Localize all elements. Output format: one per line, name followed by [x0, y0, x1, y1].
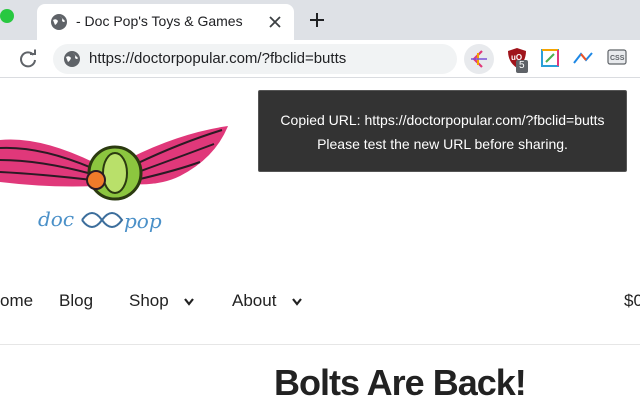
- reload-icon[interactable]: [18, 49, 38, 69]
- url-text[interactable]: https://doctorpopular.com/?fbclid=butts: [89, 50, 346, 67]
- svg-text:CSS: CSS: [610, 55, 625, 62]
- extension-badge: 5: [516, 60, 528, 73]
- page-title: Bolts Are Back!: [274, 362, 527, 403]
- chevron-down-icon[interactable]: [291, 297, 303, 307]
- notification-message: Copied URL: https://doctorpopular.com/?f…: [280, 112, 605, 128]
- copied-url-notification: Copied URL: https://doctorpopular.com/?f…: [258, 90, 627, 172]
- svg-text:pop: pop: [124, 209, 162, 233]
- tab-title: - Doc Pop's Toys & Games: [76, 13, 243, 29]
- chevron-down-icon[interactable]: [183, 297, 195, 307]
- tab-strip: - Doc Pop's Toys & Games: [0, 0, 640, 40]
- analytics-icon[interactable]: [572, 47, 594, 69]
- nav-home[interactable]: ome: [0, 291, 33, 311]
- url-cleaner-extension[interactable]: [464, 44, 494, 74]
- cart-total[interactable]: $0: [624, 291, 640, 311]
- nav-blog[interactable]: Blog: [59, 291, 93, 311]
- window-maximize-button[interactable]: [0, 9, 14, 23]
- new-tab-icon[interactable]: [308, 11, 326, 29]
- address-bar[interactable]: https://doctorpopular.com/?fbclid=butts: [53, 44, 457, 74]
- url-cleaner-icon: [471, 50, 487, 68]
- browser-tab[interactable]: - Doc Pop's Toys & Games: [37, 4, 294, 40]
- globe-icon[interactable]: [63, 50, 81, 68]
- notification-hint: Please test the new URL before sharing.: [317, 136, 568, 152]
- svg-text:doc: doc: [38, 207, 74, 231]
- browser-toolbar: https://doctorpopular.com/?fbclid=butts …: [0, 40, 640, 78]
- winged-yoyo-logo: doc pop: [0, 126, 228, 233]
- globe-icon: [51, 14, 67, 30]
- site-navigation: ome Blog Shop About $0: [0, 288, 640, 320]
- close-icon[interactable]: [266, 13, 284, 31]
- nav-about[interactable]: About: [232, 291, 276, 311]
- color-picker-icon[interactable]: [539, 47, 561, 69]
- css-icon[interactable]: CSS: [606, 47, 628, 69]
- divider: [0, 344, 640, 345]
- nav-shop[interactable]: Shop: [129, 291, 169, 311]
